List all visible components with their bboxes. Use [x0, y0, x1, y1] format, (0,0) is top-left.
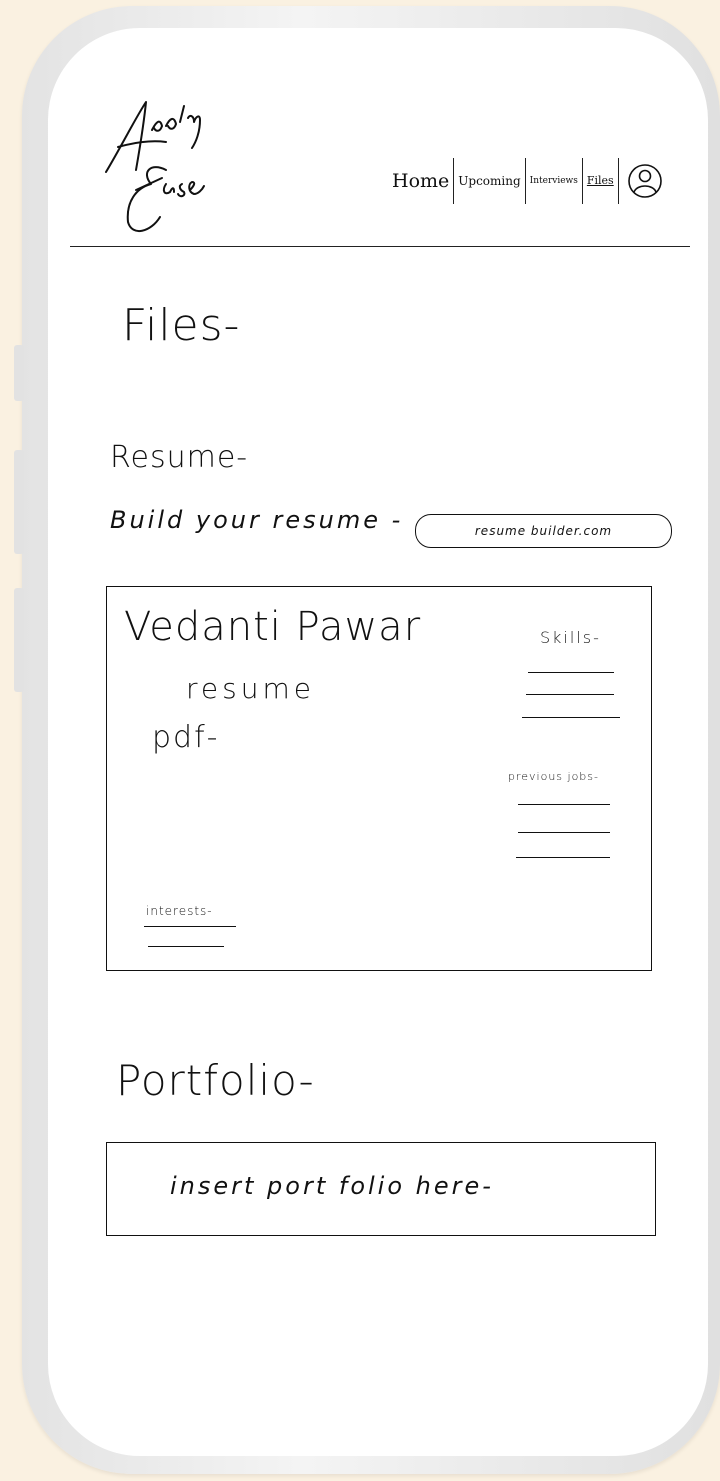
skills-placeholder-line: [522, 717, 620, 718]
portfolio-heading: Portfolio-: [116, 1056, 315, 1105]
nav-item-interviews[interactable]: Interviews: [526, 158, 582, 204]
interests-placeholder-line: [144, 926, 236, 927]
skills-placeholder-line: [526, 694, 614, 695]
top-nav: Home Upcoming Interviews Files: [388, 158, 663, 204]
portfolio-placeholder: insert port folio here-: [170, 1172, 494, 1200]
jobs-placeholder-line: [518, 832, 610, 833]
resume-subtitle: resume: [186, 672, 315, 705]
resume-heading: Resume-: [110, 440, 249, 475]
apply-ease-logo[interactable]: [96, 92, 226, 242]
nav-item-home[interactable]: Home: [388, 158, 453, 204]
phone-side-button: [14, 588, 24, 692]
header-divider: [70, 246, 690, 247]
skills-placeholder-line: [528, 672, 614, 673]
nav-item-upcoming[interactable]: Upcoming: [454, 158, 524, 204]
resume-interests-label: interests-: [146, 904, 213, 918]
resume-skills-label: Skills-: [540, 628, 601, 647]
build-resume-label: Build your resume -: [110, 506, 404, 534]
interests-placeholder-line: [148, 946, 224, 947]
resume-owner-name: Vedanti Pawar: [124, 604, 422, 650]
resume-format-label: pdf-: [152, 720, 220, 755]
jobs-placeholder-line: [516, 857, 610, 858]
user-circle-icon[interactable]: [627, 163, 663, 199]
phone-side-button: [14, 345, 24, 401]
page-title: Files-: [122, 300, 241, 351]
resume-builder-link-button[interactable]: resume builder.com: [415, 514, 672, 548]
nav-item-files[interactable]: Files: [583, 158, 618, 204]
jobs-placeholder-line: [518, 804, 610, 805]
resume-previous-jobs-label: previous jobs-: [508, 770, 599, 783]
nav-divider: [617, 158, 619, 204]
phone-side-button: [14, 450, 24, 554]
